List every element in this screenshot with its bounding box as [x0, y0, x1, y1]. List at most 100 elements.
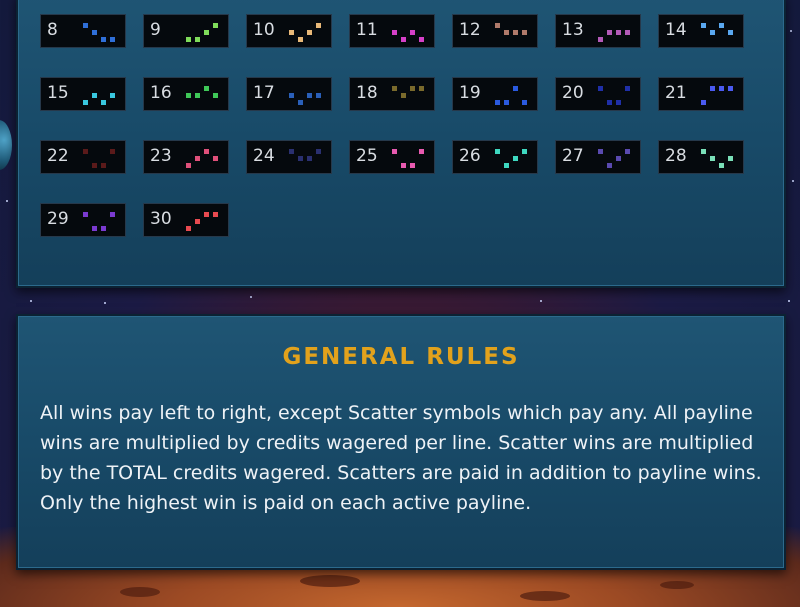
payline-tile: 10 [246, 14, 332, 48]
payline-pattern [493, 148, 537, 170]
payline-dot [307, 30, 312, 35]
payline-number: 20 [562, 83, 584, 103]
payline-dot [92, 163, 97, 168]
payline-dot [101, 226, 106, 231]
payline-number: 10 [253, 20, 275, 40]
payline-tile: 14 [658, 14, 744, 48]
payline-dot [504, 30, 509, 35]
payline-dot [307, 93, 312, 98]
payline-dot [719, 23, 724, 28]
payline-dot [513, 30, 518, 35]
payline-dot [728, 86, 733, 91]
payline-pattern [493, 85, 537, 107]
payline-tile: 17 [246, 77, 332, 111]
payline-number: 11 [356, 20, 378, 40]
payline-pattern [81, 85, 125, 107]
payline-pattern [596, 85, 640, 107]
payline-dot [410, 86, 415, 91]
payline-dot [504, 163, 509, 168]
payline-dot [401, 163, 406, 168]
payline-dot [728, 156, 733, 161]
payline-dot [607, 163, 612, 168]
payline-dot [392, 86, 397, 91]
payline-dot [522, 149, 527, 154]
payline-number: 23 [150, 146, 172, 166]
payline-dot [392, 149, 397, 154]
paylines-panel: 8 9 10 11 12 13 14 15 16 17 18 19 20 21 22 23 24 25 26 27 28… [16, 0, 786, 288]
payline-dot [186, 93, 191, 98]
payline-dot [616, 30, 621, 35]
payline-dot [522, 100, 527, 105]
payline-pattern [184, 148, 228, 170]
payline-dot [419, 149, 424, 154]
payline-tile: 23 [143, 140, 229, 174]
payline-number: 19 [459, 83, 481, 103]
payline-pattern [184, 22, 228, 44]
payline-dot [504, 100, 509, 105]
payline-pattern [287, 22, 331, 44]
payline-number: 8 [47, 20, 58, 40]
payline-dot [625, 86, 630, 91]
payline-dot [598, 86, 603, 91]
payline-dot [410, 163, 415, 168]
payline-pattern [184, 85, 228, 107]
payline-number: 13 [562, 20, 584, 40]
payline-dot [195, 156, 200, 161]
payline-dot [607, 100, 612, 105]
payline-number: 25 [356, 146, 378, 166]
payline-dot [710, 86, 715, 91]
payline-number: 21 [665, 83, 687, 103]
payline-dot [401, 37, 406, 42]
payline-dot [495, 149, 500, 154]
payline-dot [83, 212, 88, 217]
payline-tile: 16 [143, 77, 229, 111]
payline-tile: 26 [452, 140, 538, 174]
payline-pattern [287, 85, 331, 107]
star [30, 300, 32, 302]
payline-dot [213, 212, 218, 217]
payline-number: 16 [150, 83, 172, 103]
payline-dot [616, 156, 621, 161]
payline-dot [316, 23, 321, 28]
payline-tile: 24 [246, 140, 332, 174]
star [250, 296, 252, 298]
payline-dot [522, 30, 527, 35]
payline-pattern [81, 211, 125, 233]
payline-pattern [81, 148, 125, 170]
payline-dot [419, 37, 424, 42]
payline-dot [598, 149, 603, 154]
payline-tile: 28 [658, 140, 744, 174]
payline-dot [213, 23, 218, 28]
payline-dot [316, 93, 321, 98]
payline-dot [607, 30, 612, 35]
payline-dot [625, 149, 630, 154]
payline-tile: 29 [40, 203, 126, 237]
payline-dot [298, 156, 303, 161]
planet-decoration [0, 120, 12, 170]
payline-dot [213, 156, 218, 161]
payline-dot [419, 86, 424, 91]
payline-dot [401, 93, 406, 98]
payline-pattern [596, 148, 640, 170]
star [792, 180, 794, 182]
payline-dot [710, 156, 715, 161]
payline-tile: 27 [555, 140, 641, 174]
payline-dot [513, 86, 518, 91]
payline-number: 12 [459, 20, 481, 40]
payline-tile: 20 [555, 77, 641, 111]
payline-dot [101, 163, 106, 168]
payline-tile: 25 [349, 140, 435, 174]
payline-dot [701, 149, 706, 154]
payline-pattern [596, 22, 640, 44]
payline-dot [110, 149, 115, 154]
payline-dot [110, 37, 115, 42]
payline-dot [186, 226, 191, 231]
payline-tile: 18 [349, 77, 435, 111]
star [104, 302, 106, 304]
payline-number: 28 [665, 146, 687, 166]
payline-dot [195, 219, 200, 224]
payline-dot [92, 30, 97, 35]
payline-dot [204, 86, 209, 91]
payline-dot [213, 93, 218, 98]
rules-title: GENERAL RULES [282, 344, 520, 370]
